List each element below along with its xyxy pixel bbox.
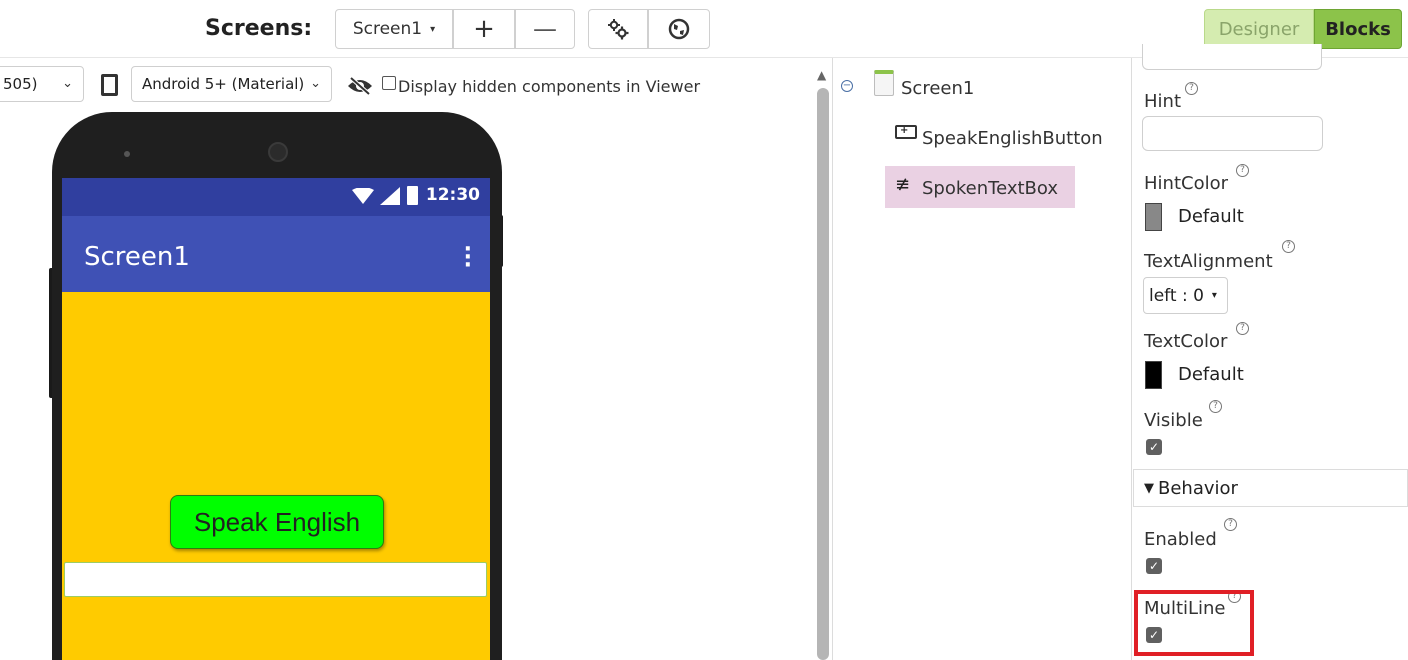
eye-slash-icon [348, 76, 372, 96]
help-icon[interactable]: ? [1282, 240, 1295, 253]
designer-button[interactable]: Designer [1204, 9, 1314, 49]
enabled-checkbox[interactable]: ✓ [1146, 558, 1162, 574]
multiline-highlight-box [1134, 590, 1254, 656]
tree-item-screen1[interactable]: Screen1 [901, 78, 974, 99]
chevron-down-icon: ⌄ [310, 76, 321, 91]
help-icon[interactable]: ? [1236, 322, 1249, 335]
theme-value: Android 5+ (Material) [142, 75, 305, 93]
screen-dropdown-label: Screen1 [352, 19, 423, 39]
visible-label: Visible [1144, 410, 1203, 431]
behavior-header-label: Behavior [1158, 477, 1238, 499]
status-bar: 12:30 [62, 178, 490, 216]
textalignment-value: left : 0 [1149, 285, 1204, 306]
phone-preview-icon [101, 74, 118, 96]
spoken-textbox[interactable] [64, 562, 487, 597]
textcolor-value[interactable]: Default [1178, 364, 1244, 385]
app-bar: Screen1 · · · [62, 216, 490, 292]
screen-icon [874, 70, 894, 96]
hintcolor-swatch[interactable] [1145, 203, 1162, 231]
blocks-button[interactable]: Blocks [1314, 9, 1402, 49]
project-properties-button[interactable] [588, 9, 648, 49]
overflow-menu-icon[interactable]: · · · [464, 239, 472, 277]
caret-down-icon: ▾ [430, 23, 436, 35]
remove-screen-button[interactable]: — [515, 9, 575, 49]
scroll-up-icon[interactable]: ▲ [817, 68, 826, 82]
gears-icon [608, 19, 629, 40]
help-icon[interactable]: ? [1224, 518, 1237, 531]
battery-icon [407, 186, 418, 205]
globe-icon [668, 18, 690, 40]
add-screen-button[interactable]: + [453, 9, 515, 49]
behavior-section-header[interactable]: ▼ Behavior [1133, 469, 1408, 507]
help-icon[interactable]: ? [1209, 400, 1222, 413]
textalignment-label: TextAlignment [1144, 251, 1273, 272]
chevron-down-icon: ⌄ [62, 76, 73, 91]
speak-english-button[interactable]: Speak English [170, 495, 384, 549]
hintcolor-value[interactable]: Default [1178, 206, 1244, 227]
phone-camera [268, 142, 288, 162]
button-component-icon: + [895, 125, 917, 139]
display-hidden-label: Display hidden components in Viewer [398, 77, 701, 96]
tree-item-spokentextbox[interactable]: SpokenTextBox [922, 178, 1058, 199]
help-icon[interactable]: ? [1236, 164, 1249, 177]
screens-label: Screens: [205, 16, 313, 41]
tree-item-speakenglishbutton[interactable]: SpeakEnglishButton [922, 128, 1103, 149]
textbox-component-icon: ≢ [895, 174, 911, 195]
help-icon[interactable]: ? [1185, 82, 1198, 95]
language-button[interactable] [648, 9, 710, 49]
phone-sensor [124, 151, 130, 157]
textcolor-swatch[interactable] [1145, 361, 1162, 389]
phone-size-select[interactable]: 505) ⌄ [0, 66, 84, 102]
hint-label: Hint [1144, 91, 1182, 112]
textalignment-select[interactable]: left : 0 ▾ [1143, 277, 1228, 314]
phone-screen: 12:30 Screen1 · · · Speak English [62, 178, 490, 660]
properties-divider [1131, 58, 1132, 660]
textcolor-label: TextColor [1144, 331, 1228, 352]
wifi-icon [352, 188, 374, 204]
scrollbar-thumb[interactable] [817, 88, 829, 660]
theme-select[interactable]: Android 5+ (Material) ⌄ [131, 66, 332, 102]
status-clock: 12:30 [425, 185, 480, 205]
hintcolor-label: HintColor [1144, 173, 1228, 194]
app-title: Screen1 [84, 242, 190, 272]
property-input[interactable] [1142, 44, 1322, 70]
visible-checkbox[interactable]: ✓ [1146, 439, 1162, 455]
triangle-down-icon: ▼ [1144, 480, 1154, 496]
hint-input[interactable] [1142, 116, 1323, 151]
screen-dropdown[interactable]: Screen1 ▾ [335, 9, 453, 49]
signal-icon [380, 187, 400, 205]
phone-size-value: 505) [3, 75, 38, 93]
display-hidden-checkbox[interactable] [382, 76, 396, 90]
collapse-icon[interactable]: − [841, 80, 853, 92]
panel-divider [832, 58, 833, 660]
enabled-label: Enabled [1144, 529, 1217, 550]
caret-down-icon: ▾ [1211, 290, 1217, 301]
